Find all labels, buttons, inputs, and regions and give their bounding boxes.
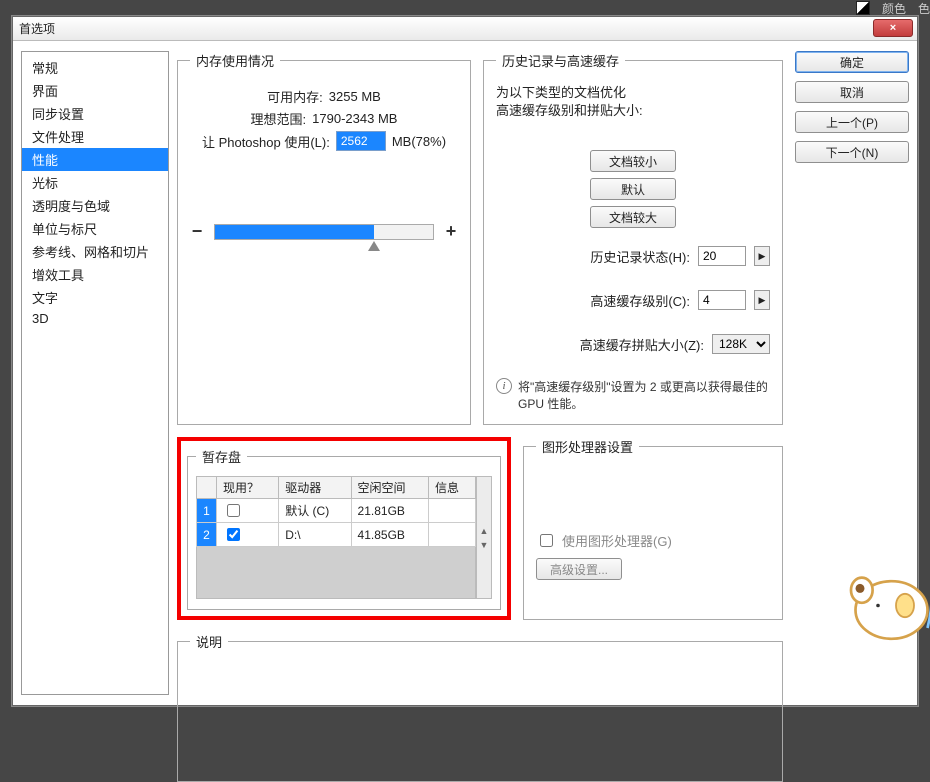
let-ps-use-label: 让 Photoshop 使用(L): (202, 132, 330, 151)
sidebar-item-units-rulers[interactable]: 单位与标尺 (22, 217, 168, 240)
sidebar-item-interface[interactable]: 界面 (22, 79, 168, 102)
sidebar-item-transparency-gamut[interactable]: 透明度与色域 (22, 194, 168, 217)
available-ram-value: 3255 MB (329, 89, 381, 104)
description-legend: 说明 (190, 632, 228, 651)
description-group: 说明 (177, 632, 783, 782)
ideal-range-value: 1790-2343 MB (312, 111, 397, 126)
sidebar-item-file-handling[interactable]: 文件处理 (22, 125, 168, 148)
cache-levels-spinner[interactable]: ▶ (754, 290, 770, 310)
color-swatch-icon (856, 1, 870, 15)
titlebar: 首选项 × (13, 17, 917, 41)
sidebar-item-guides-grid-slices[interactable]: 参考线、网格和切片 (22, 240, 168, 263)
let-ps-use-input[interactable] (336, 131, 386, 151)
scratch-disks-table: 现用？ 驱动器 空闲空间 信息 1 (196, 476, 476, 599)
let-ps-use-unit: MB(78%) (392, 134, 446, 149)
sidebar-item-performance[interactable]: 性能 (22, 148, 168, 171)
memory-slider-fill (215, 225, 374, 239)
gpu-hint-text: 将"高速缓存级别"设置为 2 或更高以获得最佳的 GPU 性能。 (518, 378, 770, 412)
table-row[interactable]: 1 默认 (C) 21.81GB (197, 499, 476, 523)
ok-button[interactable]: 确定 (795, 51, 909, 73)
menubar-swatches[interactable]: 色 (918, 0, 930, 17)
sidebar-item-type[interactable]: 文字 (22, 286, 168, 309)
available-ram-label: 可用内存: (267, 87, 323, 106)
history-states-input[interactable] (698, 246, 746, 266)
scratch-disks-highlight: 暂存盘 现用？ 驱动器 空闲空间 (177, 437, 511, 620)
sidebar-item-general[interactable]: 常规 (22, 56, 168, 79)
memory-slider-minus[interactable]: − (190, 221, 204, 242)
scratch-disks-group: 暂存盘 现用？ 驱动器 空闲空间 (187, 447, 501, 610)
memory-slider-thumb-icon[interactable] (368, 241, 380, 251)
info-icon: i (496, 378, 512, 394)
col-free[interactable]: 空闲空间 (351, 477, 428, 499)
memory-slider-plus[interactable]: + (444, 221, 458, 242)
preferences-dialog: 首选项 × 常规 界面 同步设置 文件处理 性能 光标 透明度与色域 单位与标尺… (12, 16, 918, 706)
col-idx (197, 477, 217, 499)
prev-button[interactable]: 上一个(P) (795, 111, 909, 133)
sidebar-item-plugins[interactable]: 增效工具 (22, 263, 168, 286)
move-up-icon[interactable]: ▲ (480, 526, 489, 536)
cache-tile-label: 高速缓存拼贴大小(Z): (580, 335, 704, 354)
scratch-disks-legend: 暂存盘 (196, 447, 247, 466)
row-info (428, 523, 475, 547)
col-active[interactable]: 现用？ (217, 477, 279, 499)
optimize-desc-2: 高速缓存级别和拼贴大小: (496, 102, 770, 120)
docs-default-button[interactable]: 默认 (590, 178, 676, 200)
memory-usage-group: 内存使用情况 可用内存: 3255 MB 理想范围: 1790-2343 MB … (177, 51, 471, 425)
row-info (428, 499, 475, 523)
col-drive[interactable]: 驱动器 (279, 477, 351, 499)
menubar-colors[interactable]: 颜色 (882, 0, 906, 17)
next-button[interactable]: 下一个(N) (795, 141, 909, 163)
history-cache-legend: 历史记录与高速缓存 (496, 51, 625, 70)
cache-levels-label: 高速缓存级别(C): (590, 291, 690, 310)
row-free: 21.81GB (351, 499, 428, 523)
history-states-label: 历史记录状态(H): (590, 247, 690, 266)
use-gpu-label: 使用图形处理器(G) (562, 531, 672, 550)
row-index: 1 (197, 499, 217, 523)
table-row[interactable]: 2 D:\ 41.85GB (197, 523, 476, 547)
use-gpu-checkbox[interactable] (540, 534, 553, 547)
table-empty-area (197, 547, 476, 599)
row-free: 41.85GB (351, 523, 428, 547)
sidebar-item-3d[interactable]: 3D (22, 309, 168, 328)
row-index: 2 (197, 523, 217, 547)
close-button[interactable]: × (873, 19, 913, 37)
docs-small-button[interactable]: 文档较小 (590, 150, 676, 172)
row-drive: 默认 (C) (279, 499, 351, 523)
scratch-reorder: ▲ ▼ (476, 476, 492, 599)
row-drive: D:\ (279, 523, 351, 547)
row-active-checkbox[interactable] (227, 504, 240, 517)
history-states-spinner[interactable]: ▶ (754, 246, 770, 266)
app-menubar: 颜色 色 (856, 0, 930, 16)
optimize-desc-1: 为以下类型的文档优化 (496, 84, 770, 102)
row-active-checkbox[interactable] (227, 528, 240, 541)
memory-usage-legend: 内存使用情况 (190, 51, 280, 70)
close-icon: × (890, 22, 896, 34)
gpu-settings-legend: 图形处理器设置 (536, 437, 639, 456)
gpu-settings-group: 图形处理器设置 使用图形处理器(G) 高级设置... (523, 437, 783, 620)
category-sidebar: 常规 界面 同步设置 文件处理 性能 光标 透明度与色域 单位与标尺 参考线、网… (21, 51, 169, 695)
col-info[interactable]: 信息 (428, 477, 475, 499)
cache-tile-select[interactable]: 128K (712, 334, 770, 354)
sidebar-item-sync-settings[interactable]: 同步设置 (22, 102, 168, 125)
cancel-button[interactable]: 取消 (795, 81, 909, 103)
memory-slider[interactable] (214, 224, 434, 240)
sidebar-item-cursors[interactable]: 光标 (22, 171, 168, 194)
docs-large-button[interactable]: 文档较大 (590, 206, 676, 228)
cache-levels-input[interactable] (698, 290, 746, 310)
history-cache-group: 历史记录与高速缓存 为以下类型的文档优化 高速缓存级别和拼贴大小: 文档较小 默… (483, 51, 783, 425)
dialog-title: 首选项 (19, 20, 55, 37)
move-down-icon[interactable]: ▼ (480, 540, 489, 550)
ideal-range-label: 理想范围: (251, 109, 307, 128)
gpu-advanced-button[interactable]: 高级设置... (536, 558, 622, 580)
